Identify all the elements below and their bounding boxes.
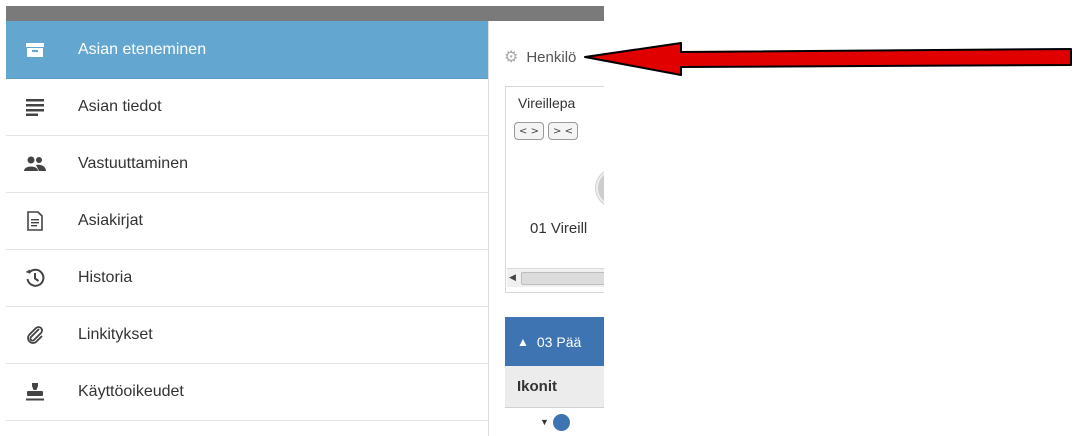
red-arrow-annotation bbox=[584, 42, 1072, 76]
